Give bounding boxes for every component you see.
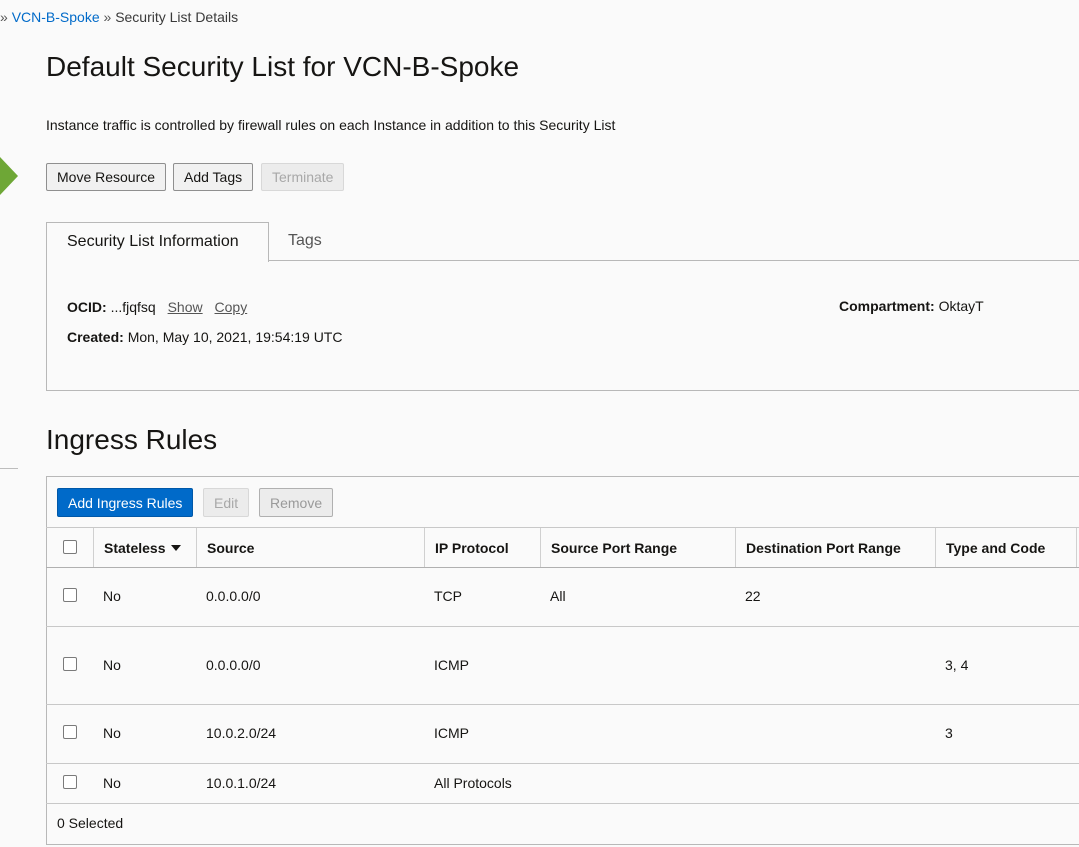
column-divider — [540, 528, 541, 567]
ocid-label: OCID: — [67, 299, 107, 315]
compartment-label: Compartment: — [839, 298, 935, 314]
compartment-value: OktayT — [938, 298, 984, 314]
cell-ip-protocol: ICMP — [434, 657, 469, 673]
row-divider — [46, 704, 1079, 705]
cell-ip-protocol: ICMP — [434, 725, 469, 741]
cell-source: 0.0.0.0/0 — [206, 588, 261, 604]
row-checkbox[interactable] — [63, 725, 77, 739]
column-header-source: Source — [207, 540, 255, 556]
created-label: Created: — [67, 329, 124, 345]
tab-security-list-information[interactable]: Security List Information — [46, 222, 269, 262]
cell-type-and-code: 3, 4 — [945, 657, 969, 673]
column-header-stateless[interactable]: Stateless — [104, 540, 182, 556]
column-header-stateless-label: Stateless — [104, 540, 166, 556]
tab-tags[interactable]: Tags — [288, 222, 322, 260]
sort-descending-icon — [171, 545, 182, 551]
remove-button[interactable]: Remove — [259, 488, 334, 517]
breadcrumb-separator: » — [103, 9, 112, 25]
row-checkbox[interactable] — [63, 775, 77, 789]
ocid-value: ...fjqfsq — [110, 299, 156, 315]
cell-source: 0.0.0.0/0 — [206, 657, 261, 673]
ocid-row: OCID: ...fjqfsq Show Copy — [67, 299, 247, 315]
table-header-top-border — [46, 527, 1079, 528]
breadcrumb-vcn-link[interactable]: VCN-B-Spoke — [12, 9, 100, 25]
cell-destination-port-range: 22 — [745, 588, 761, 604]
cell-stateless: No — [103, 725, 121, 741]
select-all-checkbox[interactable] — [63, 540, 77, 554]
column-divider — [1076, 528, 1077, 567]
table-header-bottom-border — [46, 567, 1079, 568]
breadcrumb-current: Security List Details — [115, 9, 239, 25]
column-divider — [93, 528, 94, 567]
column-divider — [935, 528, 936, 567]
column-header-type-and-code: Type and Code — [946, 540, 1046, 556]
side-divider — [0, 468, 18, 469]
column-divider — [735, 528, 736, 567]
breadcrumb: » VCN-B-Spoke » Security List Details — [0, 9, 238, 25]
add-tags-button[interactable]: Add Tags — [173, 163, 254, 191]
ingress-rules-title: Ingress Rules — [46, 424, 218, 455]
cell-stateless: No — [103, 775, 121, 791]
selected-count: 0 Selected — [57, 815, 124, 831]
ocid-copy-link[interactable]: Copy — [215, 299, 248, 315]
ingress-rules-table — [46, 476, 1079, 845]
row-divider — [46, 626, 1079, 627]
row-divider — [46, 763, 1079, 764]
ocid-show-link[interactable]: Show — [168, 299, 203, 315]
cell-stateless: No — [103, 588, 121, 604]
page-title: Default Security List for VCN-B-Spoke — [46, 51, 520, 82]
cell-stateless: No — [103, 657, 121, 673]
row-divider — [46, 803, 1079, 804]
edit-button[interactable]: Edit — [203, 488, 250, 517]
breadcrumb-separator: » — [0, 9, 8, 25]
column-header-destination-port-range: Destination Port Range — [746, 540, 901, 556]
column-divider — [196, 528, 197, 567]
created-row: Created: Mon, May 10, 2021, 19:54:19 UTC — [67, 329, 342, 345]
compartment-row: Compartment: OktayT — [839, 298, 984, 314]
add-ingress-rules-button[interactable]: Add Ingress Rules — [57, 488, 194, 517]
row-checkbox[interactable] — [63, 588, 77, 602]
cell-source-port-range: All — [550, 588, 566, 604]
move-resource-button[interactable]: Move Resource — [46, 163, 167, 191]
cell-type-and-code: 3 — [945, 725, 953, 741]
cell-source: 10.0.2.0/24 — [206, 725, 277, 741]
security-list-info-panel — [46, 260, 1079, 391]
resource-status-icon — [0, 138, 18, 214]
row-checkbox[interactable] — [63, 657, 77, 671]
column-divider — [424, 528, 425, 567]
column-header-ip-protocol: IP Protocol — [435, 540, 509, 556]
created-value: Mon, May 10, 2021, 19:54:19 UTC — [127, 329, 343, 345]
column-header-source-port-range: Source Port Range — [551, 540, 678, 556]
cell-ip-protocol: All Protocols — [434, 775, 512, 791]
cell-ip-protocol: TCP — [434, 588, 462, 604]
cell-source: 10.0.1.0/24 — [206, 775, 277, 791]
page-description: Instance traffic is controlled by firewa… — [46, 117, 616, 133]
terminate-button[interactable]: Terminate — [261, 163, 345, 191]
